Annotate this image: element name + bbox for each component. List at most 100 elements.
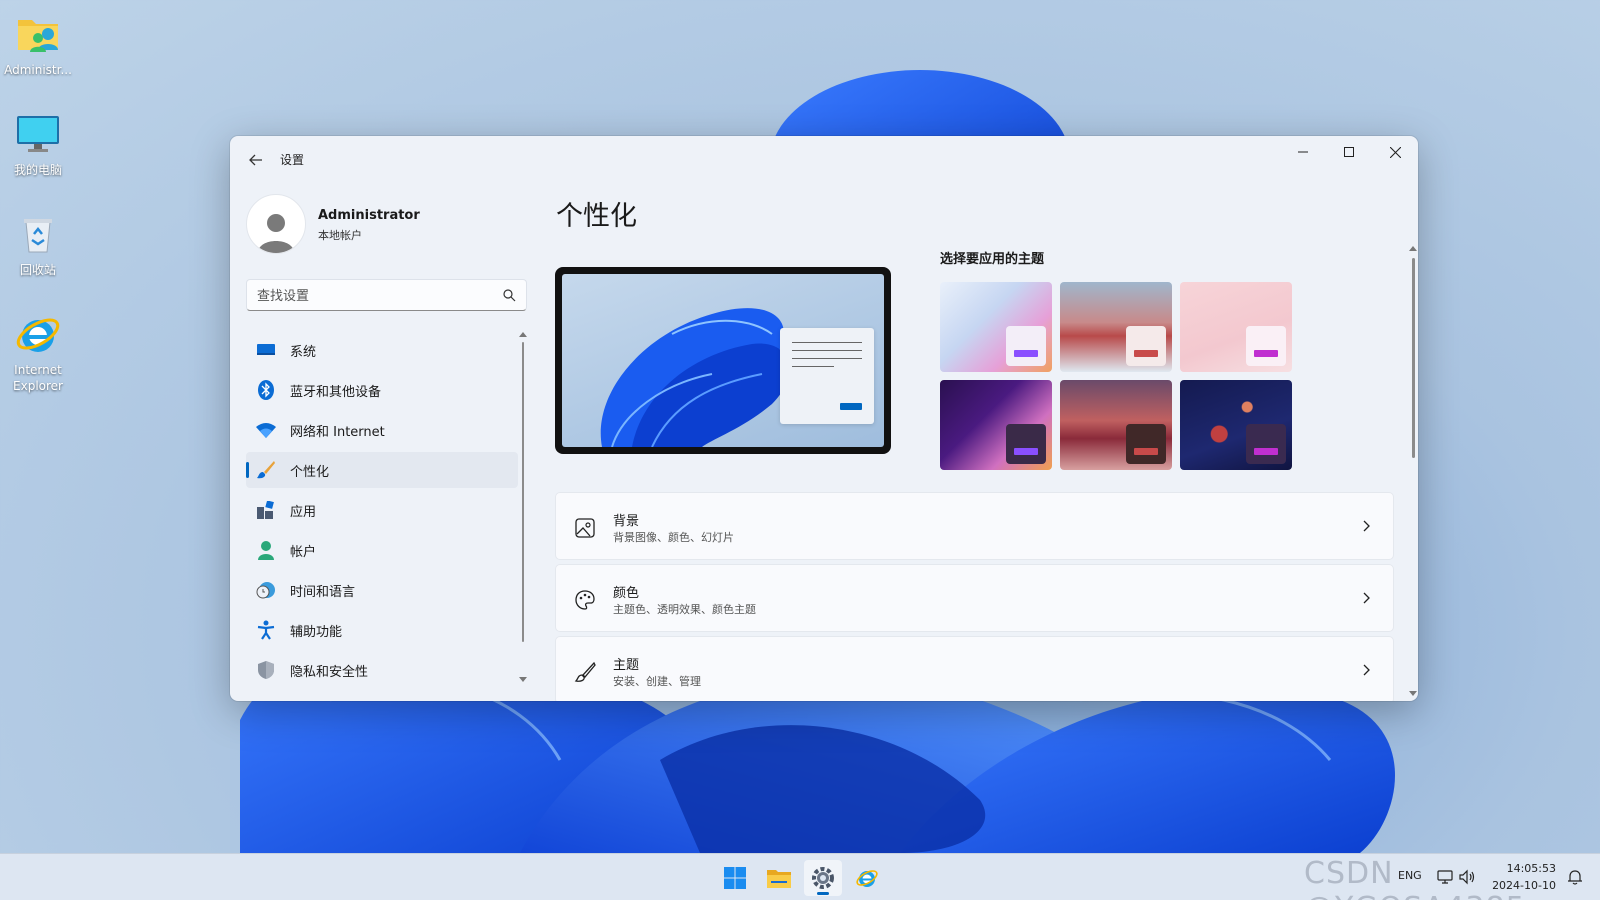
sidebar-item-system[interactable]: 系统 bbox=[246, 332, 518, 368]
card-colors[interactable]: 颜色 主题色、透明效果、颜色主题 bbox=[555, 564, 1394, 632]
theme-tile-light-dune[interactable] bbox=[1060, 282, 1172, 372]
search-icon bbox=[503, 289, 516, 302]
card-title: 背景 bbox=[613, 514, 640, 529]
theme-tile-dark-dune[interactable] bbox=[1060, 380, 1172, 470]
theme-accent-swatch bbox=[1134, 350, 1158, 357]
card-background[interactable]: 背景 背景图像、颜色、幻灯片 bbox=[555, 492, 1394, 560]
theme-accent-swatch bbox=[1254, 448, 1278, 455]
card-themes[interactable]: 主题 安装、创建、管理 bbox=[555, 636, 1394, 701]
scroll-down-icon[interactable] bbox=[1409, 691, 1417, 696]
desktop-icon-recycle-bin[interactable]: 回收站 bbox=[2, 210, 74, 278]
sidebar-item-accessibility[interactable]: 辅助功能 bbox=[246, 612, 518, 648]
theme-accent-swatch bbox=[1014, 448, 1038, 455]
language-indicator[interactable]: ENG bbox=[1398, 869, 1422, 882]
scroll-thumb[interactable] bbox=[522, 342, 524, 642]
apps-icon bbox=[257, 501, 274, 519]
theme-tile-dark-planets[interactable] bbox=[1180, 380, 1292, 470]
chevron-right-icon bbox=[1363, 592, 1370, 604]
start-button[interactable] bbox=[716, 860, 754, 896]
chevron-right-icon bbox=[1363, 664, 1370, 676]
scroll-down-icon[interactable] bbox=[519, 677, 527, 682]
desktop-icon-label: Administr... bbox=[4, 63, 72, 77]
maximize-icon bbox=[1344, 147, 1354, 157]
desktop-icon-this-pc[interactable]: 我的电脑 bbox=[2, 110, 74, 178]
theme-tile-light-planets[interactable] bbox=[1180, 282, 1292, 372]
theme-accent-swatch bbox=[1014, 350, 1038, 357]
sidebar-item-label: 帐户 bbox=[290, 544, 317, 560]
sidebar-item-label: 系统 bbox=[290, 344, 317, 360]
back-button[interactable] bbox=[242, 148, 270, 172]
image-icon bbox=[575, 518, 595, 538]
volume-icon[interactable] bbox=[1458, 868, 1476, 886]
theme-preview bbox=[555, 267, 891, 454]
shield-icon bbox=[258, 661, 274, 679]
scroll-thumb[interactable] bbox=[1412, 258, 1415, 458]
start-icon bbox=[724, 867, 746, 889]
desktop-icon-user-folder[interactable]: Administr... bbox=[2, 10, 74, 78]
desktop-icon-label: 回收站 bbox=[19, 263, 56, 277]
profile-account-type: 本地帐户 bbox=[318, 229, 362, 242]
content-scrollbar[interactable] bbox=[1409, 246, 1418, 696]
theme-accent-swatch bbox=[1254, 350, 1278, 357]
clock-time[interactable]: 14:05:53 bbox=[1498, 862, 1556, 875]
sidebar-item-label: 时间和语言 bbox=[290, 584, 356, 600]
user-profile[interactable]: Administrator 本地帐户 bbox=[246, 194, 526, 254]
settings-window: 设置 Administrator 本地帐户 系统 蓝牙 bbox=[230, 136, 1418, 701]
palette-icon bbox=[575, 590, 595, 610]
taskbar-file-explorer[interactable] bbox=[760, 860, 798, 896]
brush-icon bbox=[257, 461, 275, 479]
theme-accent-swatch bbox=[1134, 448, 1158, 455]
account-icon bbox=[258, 541, 274, 560]
sidebar-item-label: 蓝牙和其他设备 bbox=[290, 384, 382, 400]
sidebar-item-label: 应用 bbox=[290, 504, 317, 520]
card-title: 主题 bbox=[613, 658, 640, 673]
sidebar-item-apps[interactable]: 应用 bbox=[246, 492, 518, 528]
theme-tile-dark-bloom[interactable] bbox=[940, 380, 1052, 470]
clock-globe-icon bbox=[256, 582, 275, 599]
title-bar: 设置 bbox=[230, 136, 1418, 184]
sidebar-item-accounts[interactable]: 帐户 bbox=[246, 532, 518, 568]
card-subtitle: 背景图像、颜色、幻灯片 bbox=[613, 531, 734, 544]
taskbar-settings[interactable] bbox=[804, 860, 842, 896]
minimize-button[interactable] bbox=[1280, 136, 1326, 168]
scroll-up-icon[interactable] bbox=[1409, 246, 1417, 251]
window-title: 设置 bbox=[280, 153, 305, 167]
internet-explorer-icon bbox=[16, 318, 60, 352]
desktop-icon-internet-explorer[interactable]: Internet Explorer bbox=[2, 310, 74, 394]
file-explorer-icon bbox=[767, 870, 791, 888]
avatar bbox=[246, 194, 306, 254]
taskbar: ENG 14:05:53 2024-10-10 bbox=[0, 853, 1600, 900]
internet-explorer-icon bbox=[856, 870, 878, 887]
sidebar-item-time-language[interactable]: 时间和语言 bbox=[246, 572, 518, 608]
network-icon[interactable] bbox=[1436, 868, 1454, 886]
sidebar-item-bluetooth[interactable]: 蓝牙和其他设备 bbox=[246, 372, 518, 408]
taskbar-internet-explorer[interactable] bbox=[848, 860, 886, 896]
clock-date[interactable]: 2024-10-10 bbox=[1480, 879, 1556, 892]
monitor-icon bbox=[17, 116, 59, 152]
person-icon bbox=[258, 214, 294, 253]
settings-search[interactable] bbox=[246, 279, 527, 311]
brush-icon bbox=[574, 661, 596, 682]
desktop-icon-label: Internet Explorer bbox=[13, 363, 63, 393]
sidebar-item-label: 辅助功能 bbox=[290, 624, 343, 640]
theme-tile-light-bloom[interactable] bbox=[940, 282, 1052, 372]
card-title: 颜色 bbox=[613, 586, 640, 601]
preview-accent-swatch bbox=[840, 403, 862, 410]
close-button[interactable] bbox=[1372, 136, 1418, 168]
sidebar-item-network[interactable]: 网络和 Internet bbox=[246, 412, 518, 448]
settings-icon bbox=[812, 867, 834, 889]
close-icon bbox=[1389, 146, 1401, 158]
sidebar-scrollbar[interactable] bbox=[519, 332, 527, 682]
wifi-icon bbox=[256, 423, 276, 438]
notification-bell-icon[interactable] bbox=[1566, 868, 1584, 886]
preview-window-card bbox=[780, 328, 874, 424]
page-title: 个性化 bbox=[556, 201, 637, 232]
sidebar-item-privacy-security[interactable]: 隐私和安全性 bbox=[246, 652, 518, 688]
sidebar-item-personalization[interactable]: 个性化 bbox=[246, 452, 518, 488]
search-input[interactable] bbox=[257, 286, 487, 306]
sidebar-item-label: 隐私和安全性 bbox=[290, 664, 369, 680]
maximize-button[interactable] bbox=[1326, 136, 1372, 168]
scroll-up-icon[interactable] bbox=[519, 332, 527, 337]
user-folder-icon bbox=[18, 20, 58, 52]
back-arrow-icon bbox=[249, 154, 262, 166]
